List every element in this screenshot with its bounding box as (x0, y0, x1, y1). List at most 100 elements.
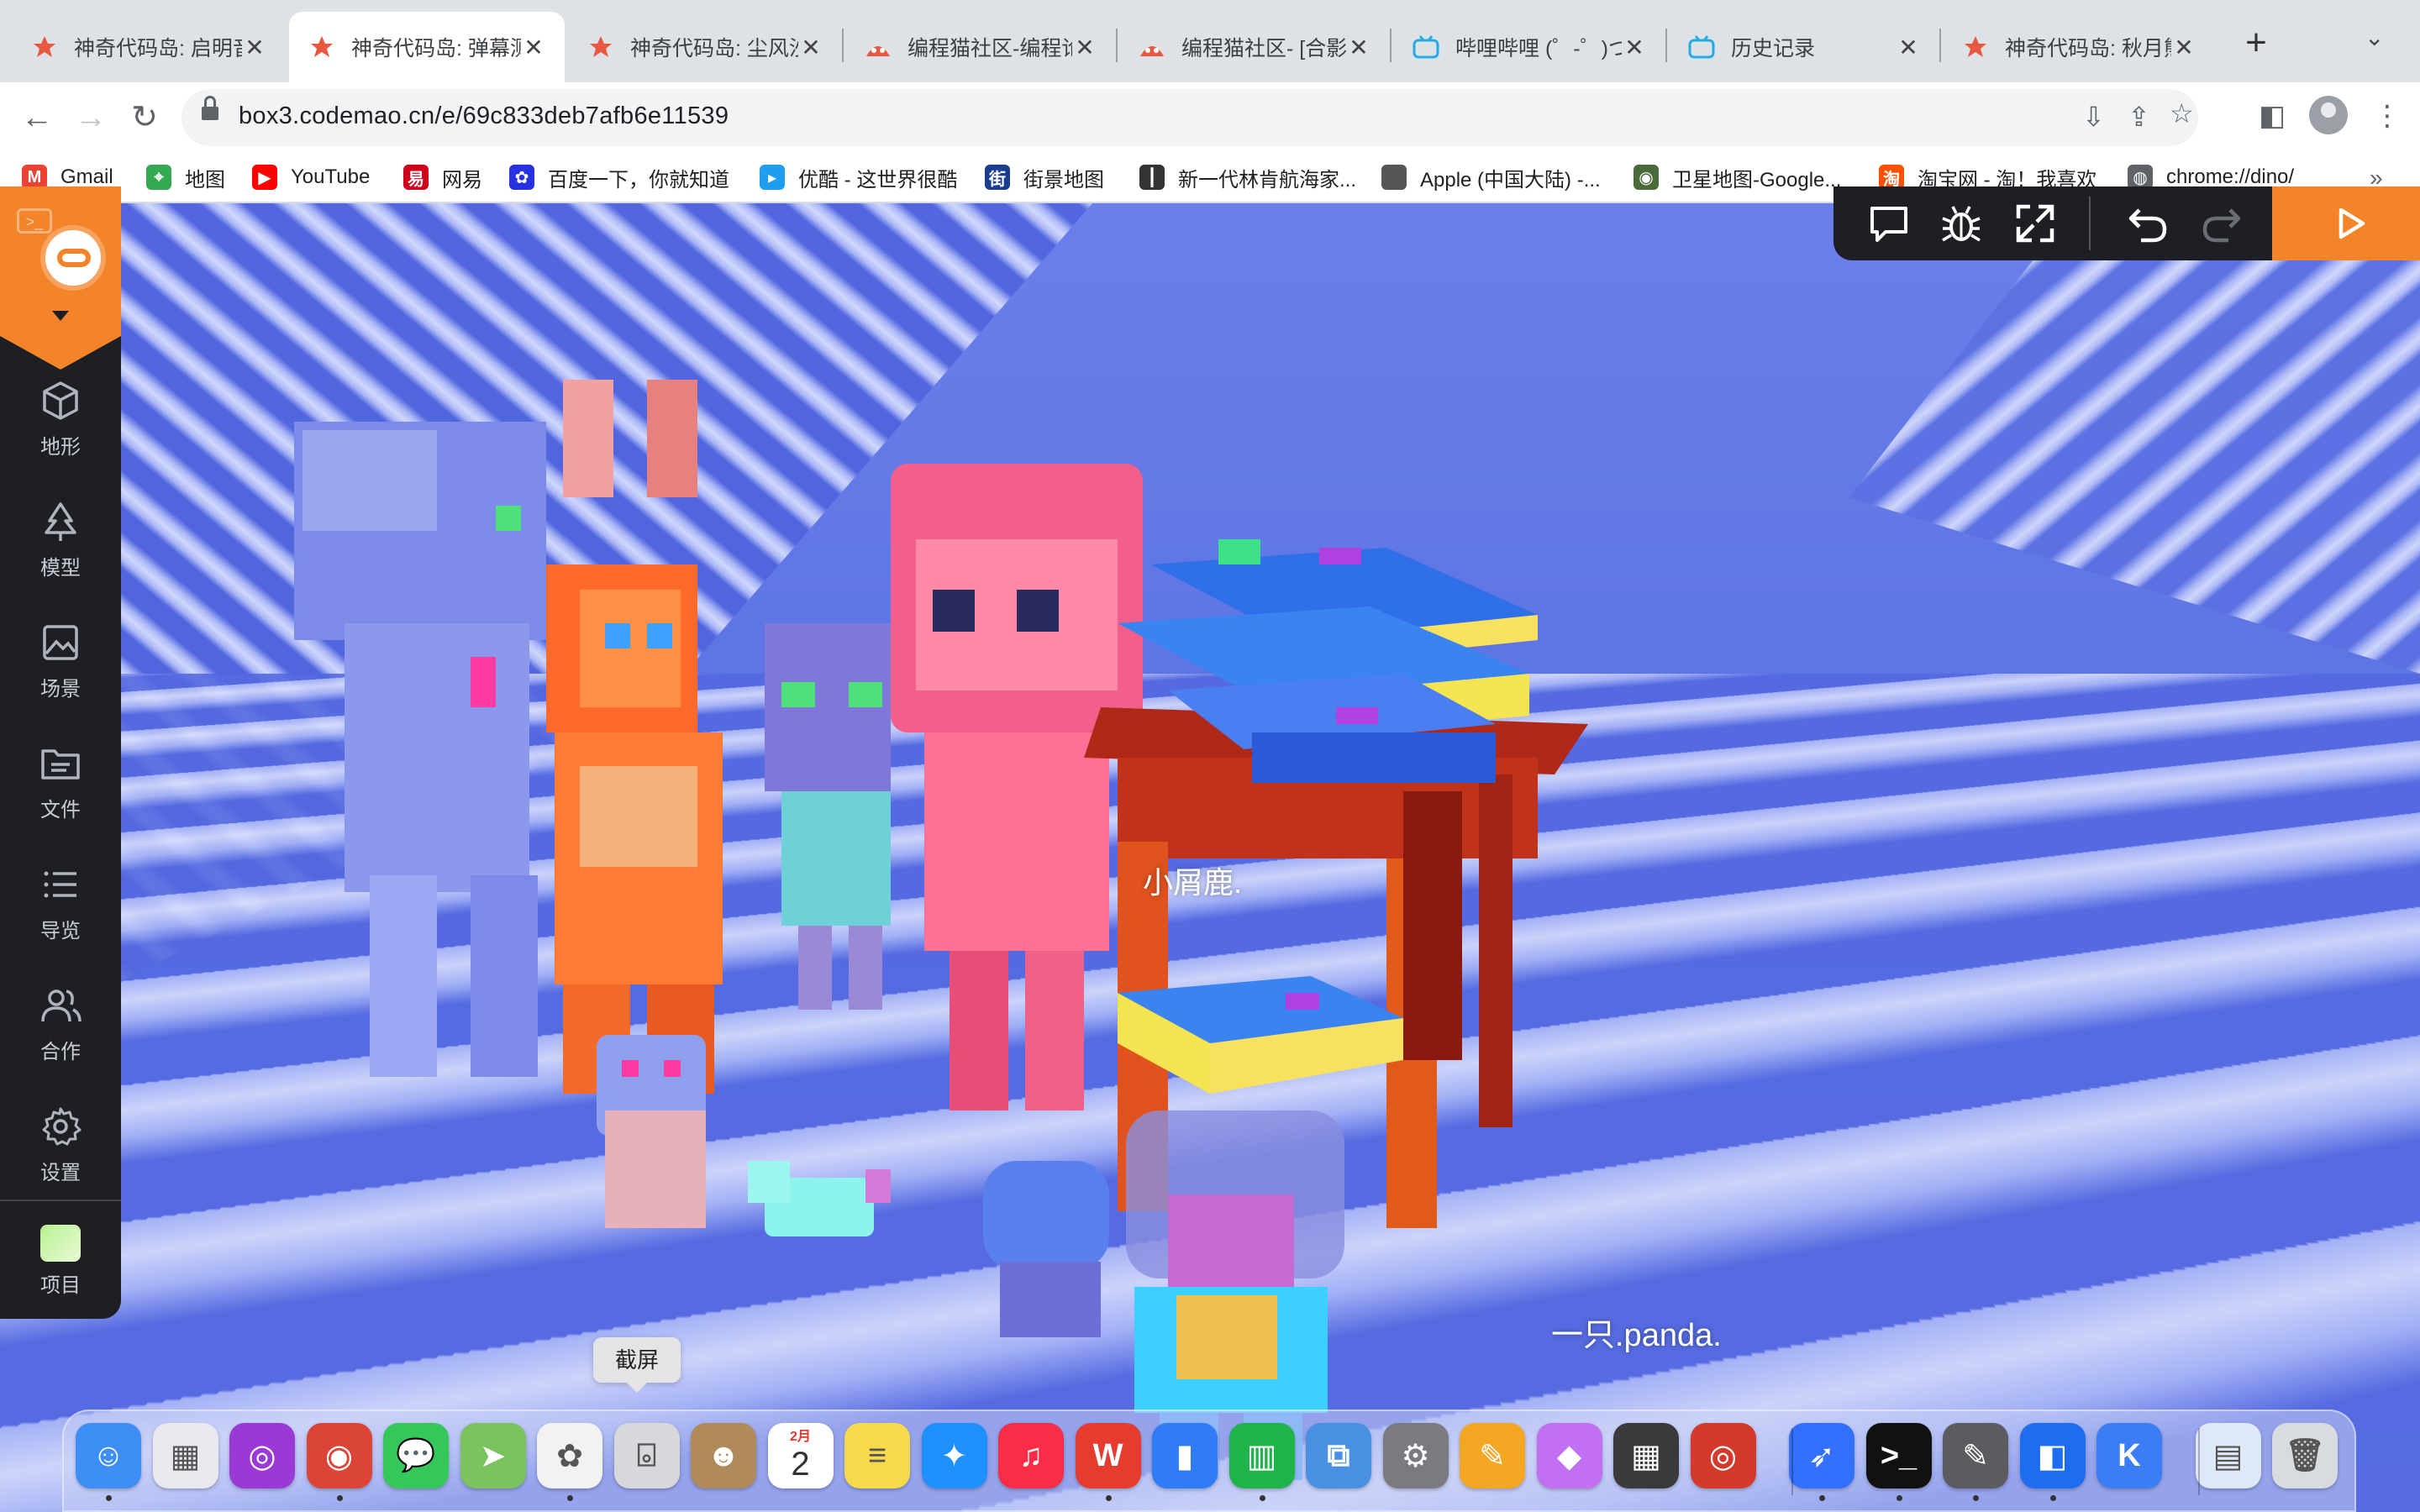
voxel-models-group[interactable] (277, 371, 1622, 1512)
paint-icon[interactable]: ◆ (1536, 1423, 1602, 1488)
xcode-like-icon[interactable]: ◧ (2019, 1423, 2086, 1488)
bookmark-item[interactable]: ▶ YouTube (252, 161, 370, 193)
reload-button[interactable]: ↻ (123, 96, 166, 139)
chrome-icon[interactable]: ◉ (306, 1423, 372, 1488)
bookmark-item[interactable]: ▸ 优酷 - 这世界很酷 (760, 161, 957, 193)
safari-icon[interactable]: ✦ (921, 1423, 987, 1488)
sidebar-item-models[interactable]: 模型 (0, 484, 121, 605)
tab-1[interactable]: 神奇代码岛: 弹幕测 ✕ (289, 12, 565, 82)
dock-app-glyph: ▦ (1631, 1438, 1661, 1474)
close-icon[interactable]: ✕ (242, 34, 267, 61)
close-icon[interactable]: ✕ (798, 34, 823, 61)
sidebar-item-collaborate[interactable]: 合作 (0, 968, 121, 1089)
close-icon[interactable]: ✕ (1346, 34, 1371, 61)
forward-button[interactable]: → (69, 96, 113, 139)
list-icon (44, 871, 76, 898)
maps-app-icon[interactable]: ➤ (460, 1423, 526, 1488)
bookmark-star-icon[interactable]: ☆ (2170, 97, 2194, 129)
pages-icon[interactable]: ✎ (1460, 1423, 1525, 1488)
dock-app-glyph: ⧉ (1327, 1437, 1350, 1473)
scene-viewport[interactable]: 小屑鹿. 一只.panda. (0, 203, 2420, 1512)
tab-title: 神奇代码岛: 弹幕测 (351, 37, 521, 60)
box3-logo[interactable] (40, 225, 106, 291)
sidebar-item-terrain[interactable]: 地形 (0, 363, 121, 484)
new-tab-button[interactable]: + (2235, 22, 2277, 64)
system-preferences-icon[interactable]: ⚙ (1382, 1423, 1449, 1488)
back-button[interactable]: ← (15, 96, 59, 139)
users-icon (41, 990, 82, 1022)
sidebar-item-settings[interactable]: 设置 (0, 1089, 121, 1210)
numbers-icon[interactable]: ▥ (1228, 1423, 1295, 1488)
calculator-icon[interactable]: ▦ (1613, 1423, 1679, 1488)
terminal-icon[interactable]: >_ (1865, 1423, 1932, 1488)
screen-capture-icon[interactable]: ⧉ (1306, 1423, 1371, 1488)
podcasts-icon[interactable]: ◎ (229, 1423, 295, 1488)
running-indicator (1819, 1495, 1825, 1501)
instruments-icon[interactable]: ◎ (1690, 1423, 1756, 1488)
running-indicator (567, 1495, 573, 1501)
close-icon[interactable]: ✕ (1072, 34, 1097, 61)
running-indicator (1105, 1495, 1112, 1501)
tab-2[interactable]: 神奇代码岛: 尘风沙 ✕ (568, 12, 842, 82)
bookmark-item[interactable]: ◉ 卫星地图-Google... (1634, 161, 1841, 193)
bookmark-item[interactable]: ┃ 新一代林肯航海家... (1139, 161, 1356, 193)
k-app-icon[interactable]: K (2096, 1423, 2162, 1488)
menu-kebab-icon[interactable]: ⋮ (2373, 99, 2402, 133)
bookmark-item[interactable]: ⌖ 地图 (146, 161, 225, 193)
bug-icon[interactable] (1939, 202, 1983, 245)
close-icon[interactable]: ✕ (521, 34, 546, 61)
sidebar-item-guide[interactable]: 导览 (0, 847, 121, 968)
run-button[interactable] (2272, 186, 2420, 260)
messages-icon[interactable]: 💬 (383, 1423, 449, 1488)
address-bar[interactable]: box3.codemao.cn/e/69c833deb7afb6e11539 ⇩… (182, 89, 2198, 146)
terminal-icon[interactable]: >_ (17, 208, 52, 234)
close-icon[interactable]: ✕ (1622, 34, 1647, 61)
sidebar-item-files[interactable]: 文件 (0, 726, 121, 847)
bookmark-item[interactable]: Apple (中国大陆) -... (1381, 161, 1601, 193)
url-text[interactable]: box3.codemao.cn/e/69c833deb7afb6e11539 (239, 102, 729, 130)
sidebar-item-scene[interactable]: 场景 (0, 605, 121, 726)
notes-icon[interactable]: ≡ (844, 1423, 910, 1488)
redo-icon[interactable] (2200, 202, 2244, 245)
close-icon[interactable]: ✕ (1896, 34, 1921, 61)
wps-icon[interactable]: W (1075, 1423, 1141, 1488)
trash-icon[interactable]: 🗑 (2272, 1423, 2338, 1488)
tab-4[interactable]: 编程猫社区- [合影 ✕ (1119, 12, 1390, 82)
install-app-icon[interactable]: ⇩ (2082, 101, 2105, 133)
music-icon[interactable]: ♫ (998, 1423, 1064, 1488)
tab-7[interactable]: 神奇代码岛: 秋月熊 ✕ (1943, 12, 2215, 82)
side-panel-icon[interactable]: ◧ (2259, 99, 2286, 133)
chat-icon[interactable] (1867, 202, 1911, 245)
share-icon[interactable]: ⇪ (2128, 101, 2150, 133)
tab-3[interactable]: 编程猫社区-编程论 ✕ (845, 12, 1116, 82)
bookmark-item[interactable]: 街街景地图 (985, 161, 1104, 193)
tab-0[interactable]: 神奇代码岛: 启明音 ✕ (12, 12, 286, 82)
expand-icon[interactable] (2013, 202, 2057, 245)
image-icon (43, 625, 78, 660)
tab-title: 神奇代码岛: 秋月熊 (2005, 37, 2171, 60)
downloads-stack-icon[interactable]: ▤ (2195, 1423, 2261, 1488)
profile-avatar[interactable] (2309, 96, 2348, 134)
dock-app-glyph: 💬 (396, 1438, 436, 1473)
sidebar-item-project[interactable]: 项目 (0, 1205, 121, 1319)
chevron-down-icon[interactable] (52, 311, 69, 321)
bookmark-item[interactable]: ✿ 百度一下，你就知道 (509, 161, 729, 193)
tab-6[interactable]: 历史记录 ✕ (1669, 12, 1939, 82)
calendar-icon[interactable]: 2月 2 (767, 1423, 834, 1488)
dock-app-glyph: K (2118, 1437, 2141, 1473)
tab-search-chevron-icon[interactable]: ⌄ (2365, 24, 2384, 51)
contacts-icon[interactable]: ☻ (691, 1423, 756, 1488)
keynote-icon[interactable]: ▮ (1152, 1423, 1218, 1488)
bilibili-icon (1687, 33, 1716, 61)
finder-icon[interactable]: ☺ (76, 1423, 141, 1488)
feishu-icon[interactable]: ➶ (1789, 1423, 1854, 1488)
screenshot-icon[interactable]: ⌻ (613, 1423, 680, 1488)
running-indicator (106, 1495, 112, 1501)
close-icon[interactable]: ✕ (2171, 34, 2196, 61)
photos-icon[interactable]: ✿ (537, 1423, 602, 1488)
script-editor-icon[interactable]: ✎ (1943, 1423, 2008, 1488)
undo-icon[interactable] (2126, 202, 2170, 245)
tab-5[interactable]: 哔哩哔哩 (゜-゜)つ ✕ (1393, 12, 1665, 82)
launchpad-icon[interactable]: ▦ (152, 1423, 218, 1488)
bookmark-item[interactable]: 易网易 (403, 161, 482, 193)
